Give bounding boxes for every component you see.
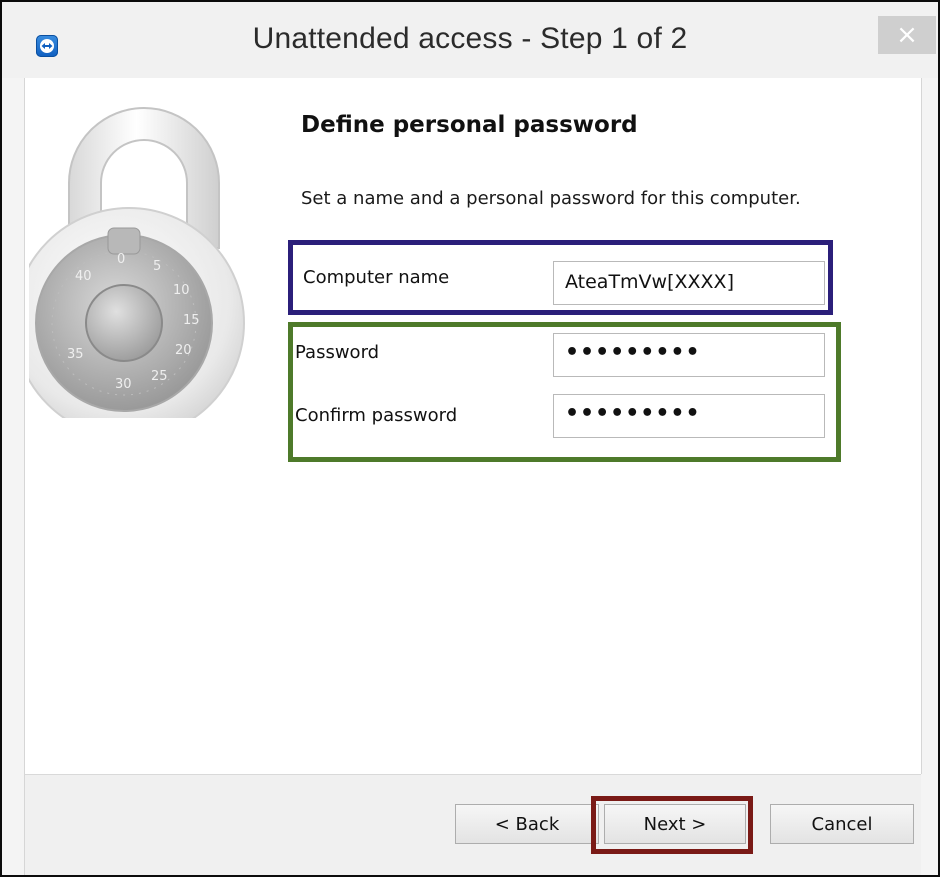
dial-number: 0 [117,252,125,267]
confirm-password-label: Confirm password [295,405,458,426]
padlock-icon: 0 5 10 15 20 25 30 35 40 [29,107,245,418]
cancel-button[interactable]: Cancel [770,804,914,844]
dial-number: 25 [151,369,168,384]
dial-number: 20 [175,343,192,358]
dialog-window: Unattended access - Step 1 of 2 × 0 5 10… [0,0,940,877]
password-group-highlight: Password ••••••••• Confirm password ••••… [288,322,841,462]
confirm-password-input[interactable]: ••••••••• [553,394,825,438]
dial-number: 35 [67,347,84,362]
window-title: Unattended access - Step 1 of 2 [252,22,688,55]
dialog-content: 0 5 10 15 20 25 30 35 40 Define personal… [24,78,922,774]
dial-number: 40 [75,269,92,284]
page-description: Set a name and a personal password for t… [301,188,801,209]
computer-name-label: Computer name [303,267,450,288]
dial-number: 5 [153,259,161,274]
title-bar[interactable]: Unattended access - Step 1 of 2 × [2,2,938,78]
close-button[interactable]: × [878,16,936,54]
dial-number: 10 [173,283,190,298]
password-input[interactable]: ••••••••• [553,333,825,377]
computer-name-group-highlight: Computer name AteaTmVw[XXXX] [288,240,833,315]
password-label: Password [295,342,380,363]
computer-name-input[interactable]: AteaTmVw[XXXX] [553,261,825,305]
dial-number: 30 [115,377,132,392]
back-button[interactable]: < Back [455,804,599,844]
button-bar: < Back Next > Cancel [24,774,921,875]
next-button-highlight [591,796,753,854]
page-heading: Define personal password [301,112,638,138]
dial-number: 15 [183,313,200,328]
close-icon: × [896,20,918,50]
